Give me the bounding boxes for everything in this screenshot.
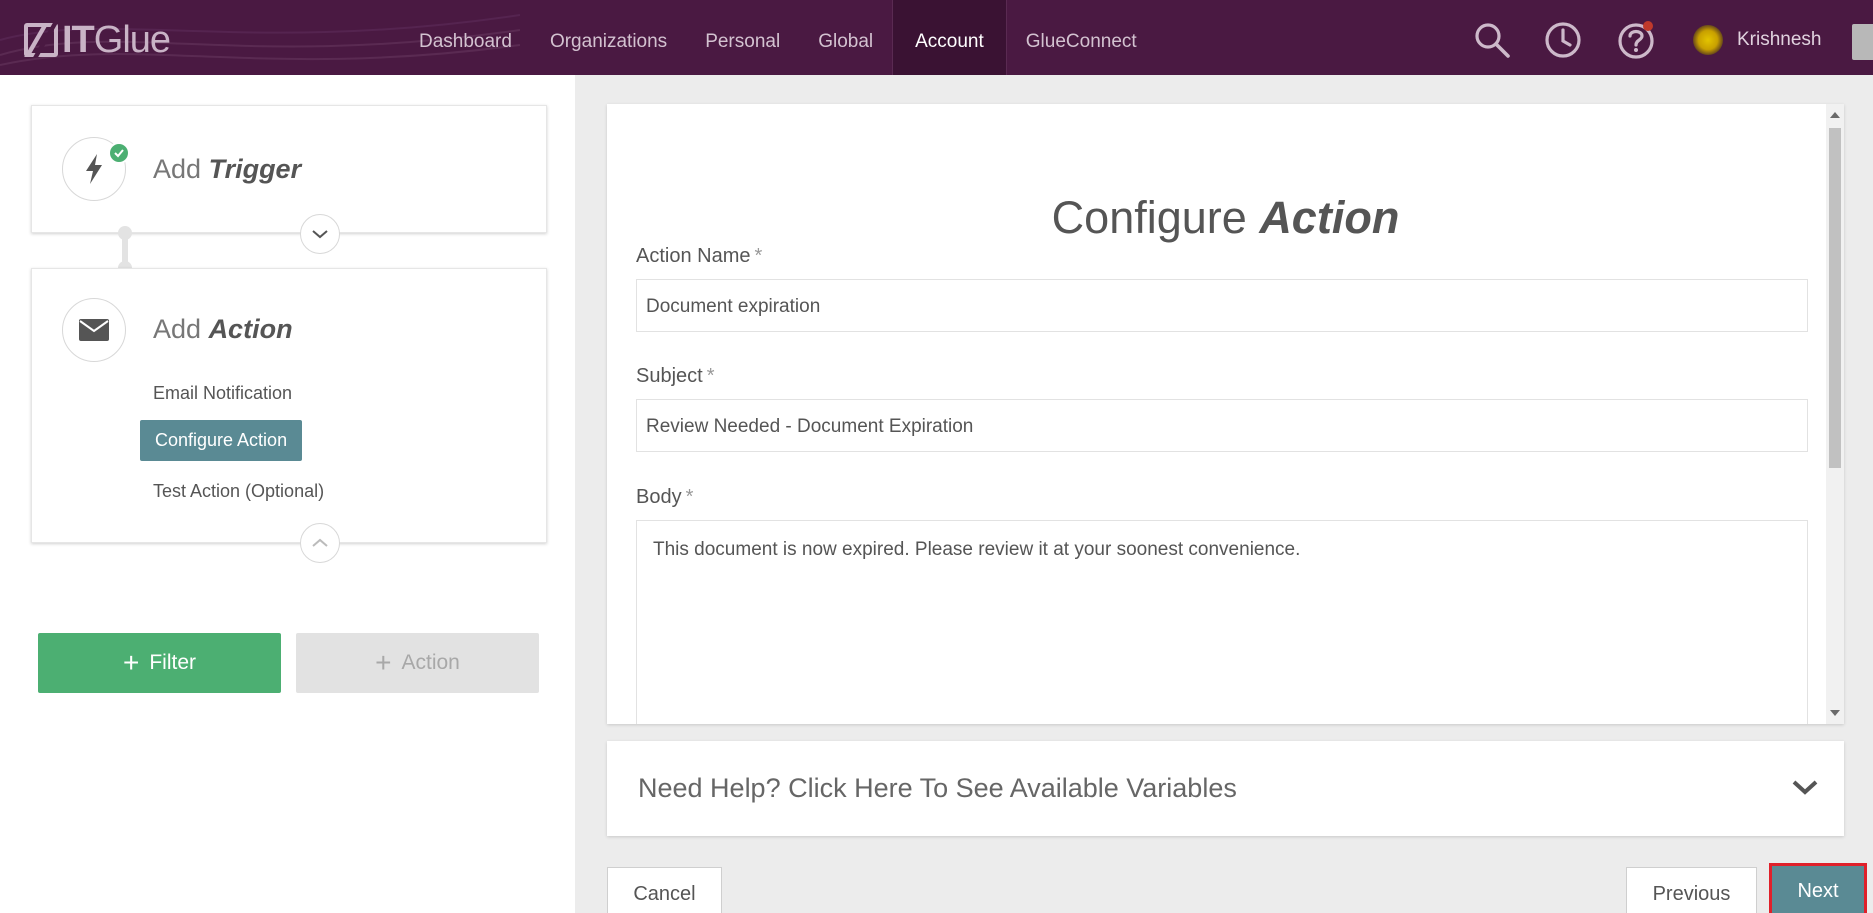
configure-action-form: Configure Action Action Name * Document e… — [607, 104, 1844, 724]
step-test-action[interactable]: Test Action (Optional) — [153, 481, 324, 502]
action-icon-circle — [62, 298, 126, 362]
workflow-steps-panel: Add Trigger Add Action Email Notificatio… — [0, 75, 575, 913]
nav-personal[interactable]: Personal — [686, 0, 799, 75]
body-label: Body * — [636, 486, 694, 508]
logo-text: ITGlue — [62, 18, 171, 61]
action-name-label: Action Name * — [636, 245, 763, 267]
collapse-action-button[interactable] — [300, 523, 340, 563]
next-button[interactable]: Next — [1769, 863, 1867, 913]
trigger-card[interactable]: Add Trigger — [31, 105, 547, 254]
body-textarea[interactable]: This document is now expired. Please rev… — [636, 520, 1808, 724]
variables-help-accordion[interactable]: Need Help? Click Here To See Available V… — [607, 741, 1844, 836]
help-icon[interactable] — [1616, 20, 1656, 60]
scroll-up-icon[interactable] — [1830, 112, 1840, 118]
search-icon[interactable] — [1472, 20, 1512, 60]
user-name: Krishnesh — [1737, 29, 1822, 50]
subject-label: Subject * — [636, 365, 715, 387]
chevron-up-icon — [312, 538, 328, 547]
scroll-down-icon[interactable] — [1830, 710, 1840, 716]
top-navbar: ITGlue Dashboard Organizations Personal … — [0, 0, 1873, 75]
user-avatar — [1693, 25, 1723, 55]
configure-action-panel: Configure Action Action Name * Document e… — [575, 75, 1873, 913]
nav-global[interactable]: Global — [799, 0, 892, 75]
logo-mark-icon — [24, 23, 58, 57]
nav-glueconnect[interactable]: GlueConnect — [1007, 0, 1156, 75]
chevron-down-icon — [312, 230, 328, 239]
form-title: Configure Action — [1051, 192, 1400, 243]
nav-organizations[interactable]: Organizations — [531, 0, 686, 75]
step-email-notification[interactable]: Email Notification — [153, 383, 292, 404]
cancel-button[interactable]: Cancel — [607, 867, 722, 913]
trigger-card-title: Add Trigger — [153, 154, 302, 184]
add-action-button[interactable]: + Action — [296, 633, 539, 693]
action-name-input[interactable]: Document expiration — [636, 279, 1808, 332]
history-icon[interactable] — [1543, 20, 1583, 60]
form-scrollbar[interactable] — [1826, 104, 1844, 724]
plus-icon: + — [375, 647, 392, 678]
subject-input[interactable]: Review Needed - Document Expiration — [636, 399, 1808, 452]
step-configure-action[interactable]: Configure Action — [140, 420, 303, 461]
previous-button[interactable]: Previous — [1626, 867, 1757, 913]
plus-icon: + — [122, 647, 140, 678]
nav-account[interactable]: Account — [892, 0, 1007, 75]
add-filter-button[interactable]: + Filter — [38, 633, 281, 693]
itglue-logo[interactable]: ITGlue — [24, 19, 171, 61]
checkmark-icon — [108, 142, 130, 164]
chevron-down-icon — [1792, 780, 1818, 795]
user-menu[interactable]: Krishnesh — [1693, 22, 1822, 58]
action-card-title: Add Action — [153, 314, 293, 344]
action-card: Add Action Email Notification Configure … — [31, 268, 547, 563]
main-nav: Dashboard Organizations Personal Global … — [400, 0, 1156, 75]
expand-trigger-button[interactable] — [300, 214, 340, 254]
help-text: Need Help? Click Here To See Available V… — [638, 773, 1237, 803]
lightning-icon — [86, 154, 102, 184]
scroll-thumb[interactable] — [1829, 128, 1841, 468]
envelope-icon — [79, 319, 109, 341]
header-edge-button[interactable] — [1852, 24, 1873, 60]
nav-dashboard[interactable]: Dashboard — [400, 0, 531, 75]
